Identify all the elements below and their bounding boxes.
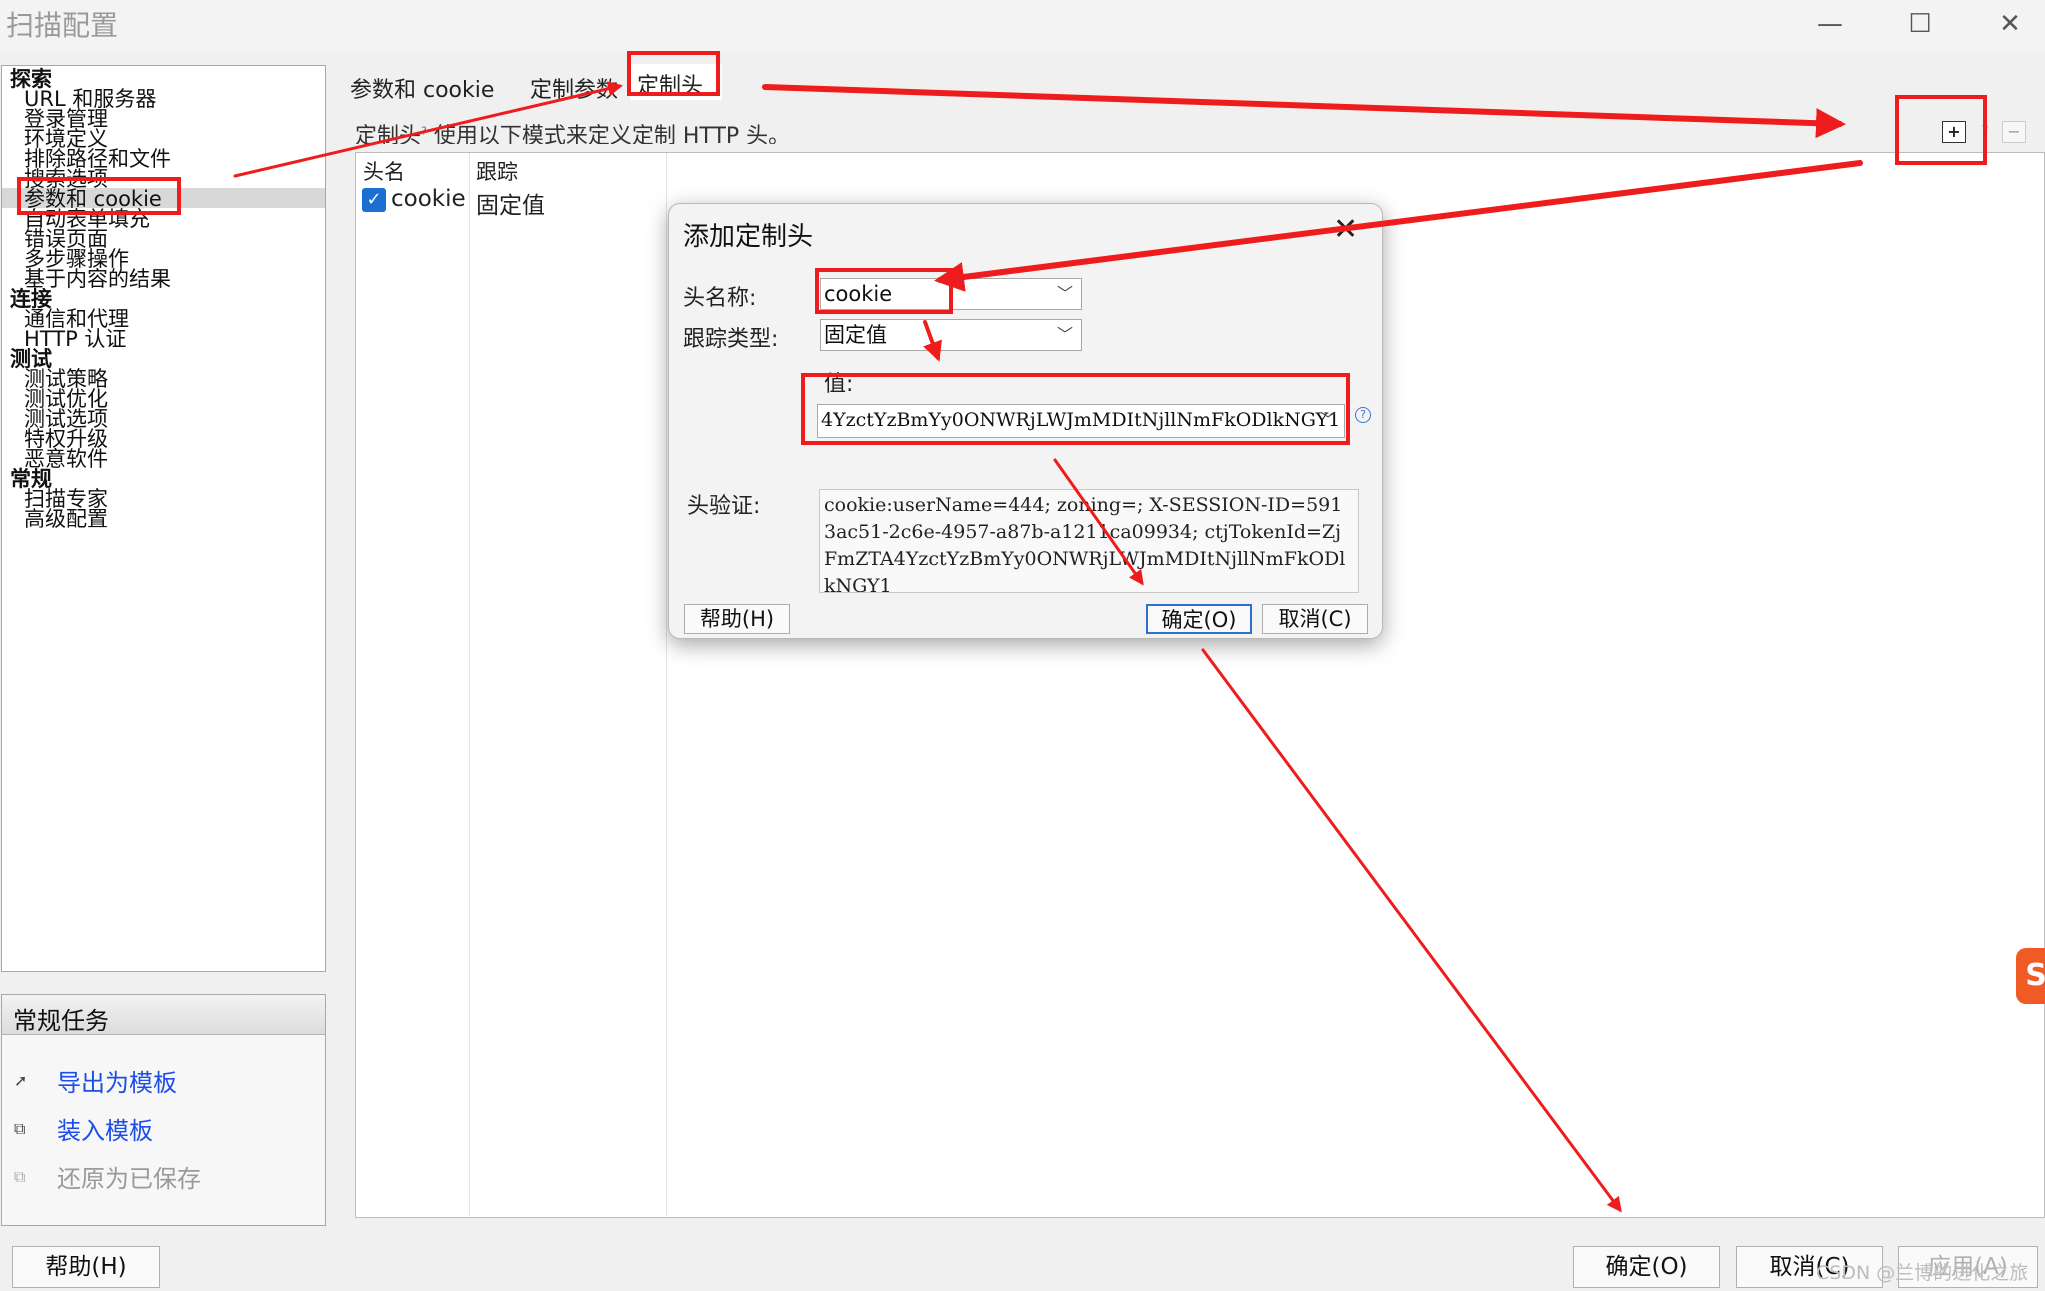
annotation-box-nav xyxy=(17,177,181,215)
annotation-box-add xyxy=(1895,95,1987,165)
tasks-header: 常规任务 xyxy=(2,995,325,1035)
column-header-tracking[interactable]: 跟踪 xyxy=(476,156,518,186)
dialog-title: 添加定制头 xyxy=(683,222,814,252)
revert-icon: ⧉ xyxy=(14,1167,26,1186)
dialog-help-button[interactable]: 帮助(H) xyxy=(684,604,790,634)
header-name-label: 头名称: xyxy=(683,286,757,311)
minimize-icon[interactable]: — xyxy=(1800,6,1860,42)
value-help-icon[interactable]: ? xyxy=(1355,407,1371,423)
track-type-label: 跟踪类型: xyxy=(683,327,779,352)
column-separator xyxy=(469,153,470,1216)
common-tasks-panel: 常规任务 ➚ 导出为模板 ⧉ 装入模板 ⧉ 还原为已保存 xyxy=(1,994,326,1226)
close-icon[interactable]: ✕ xyxy=(1980,6,2040,42)
table-cell-name[interactable]: cookie xyxy=(391,186,466,212)
dialog-ok-button[interactable]: 确定(O) xyxy=(1146,604,1252,634)
section-help-icon[interactable]: ? xyxy=(421,125,427,138)
header-verify-text[interactable]: cookie:userName=444; zoning=; X-SESSION-… xyxy=(819,489,1359,593)
chevron-down-icon: ﹀ xyxy=(1056,325,1073,344)
tab-custom-params[interactable]: 定制参数 xyxy=(530,72,618,104)
header-verify-label: 头验证: xyxy=(687,494,761,519)
dialog-cancel-button[interactable]: 取消(C) xyxy=(1262,604,1368,634)
annotation-box-name xyxy=(815,268,953,314)
annotation-box-value xyxy=(801,373,1350,445)
section-title: 定制头 xyxy=(355,124,422,144)
annotation-box-tab xyxy=(627,51,720,96)
section-description-text: 使用以下模式来定义定制 HTTP 头。 xyxy=(433,124,791,144)
csdn-badge-icon[interactable]: S xyxy=(2016,948,2045,1004)
load-template-link[interactable]: 装入模板 xyxy=(57,1111,153,1146)
revert-saved-link: 还原为已保存 xyxy=(57,1165,201,1193)
section-description: 定制头? 使用以下模式来定义定制 HTTP 头。 xyxy=(355,118,790,144)
window-title: 扫描配置 xyxy=(6,9,119,42)
tab-params-cookie[interactable]: 参数和 cookie xyxy=(350,72,494,104)
column-separator xyxy=(666,153,667,1216)
help-button[interactable]: 帮助(H) xyxy=(12,1246,160,1288)
export-template-link[interactable]: 导出为模板 xyxy=(57,1063,177,1098)
row-checkbox[interactable]: ✓ xyxy=(362,188,386,212)
remove-header-button[interactable]: − xyxy=(2002,121,2026,143)
column-header-name[interactable]: 头名 xyxy=(363,156,405,186)
dialog-close-icon[interactable]: ✕ xyxy=(1333,212,1358,247)
chevron-down-icon: ﹀ xyxy=(1056,284,1073,303)
title-bar: 扫描配置 — ☐ ✕ xyxy=(0,0,2045,52)
nav-item-advanced-config[interactable]: 高级配置 xyxy=(24,508,108,530)
watermark: CSDN @兰博的进化之旅 xyxy=(1816,1262,2029,1284)
track-type-value: 固定值 xyxy=(824,323,887,347)
table-cell-tracking[interactable]: 固定值 xyxy=(476,186,545,220)
maximize-icon[interactable]: ☐ xyxy=(1890,6,1950,42)
load-icon: ⧉ xyxy=(14,1119,26,1138)
tasks-title: 常规任务 xyxy=(13,1007,109,1035)
export-icon: ➚ xyxy=(14,1071,28,1090)
track-type-combo[interactable]: 固定值 ﹀ xyxy=(820,319,1082,351)
ok-button[interactable]: 确定(O) xyxy=(1573,1246,1720,1288)
